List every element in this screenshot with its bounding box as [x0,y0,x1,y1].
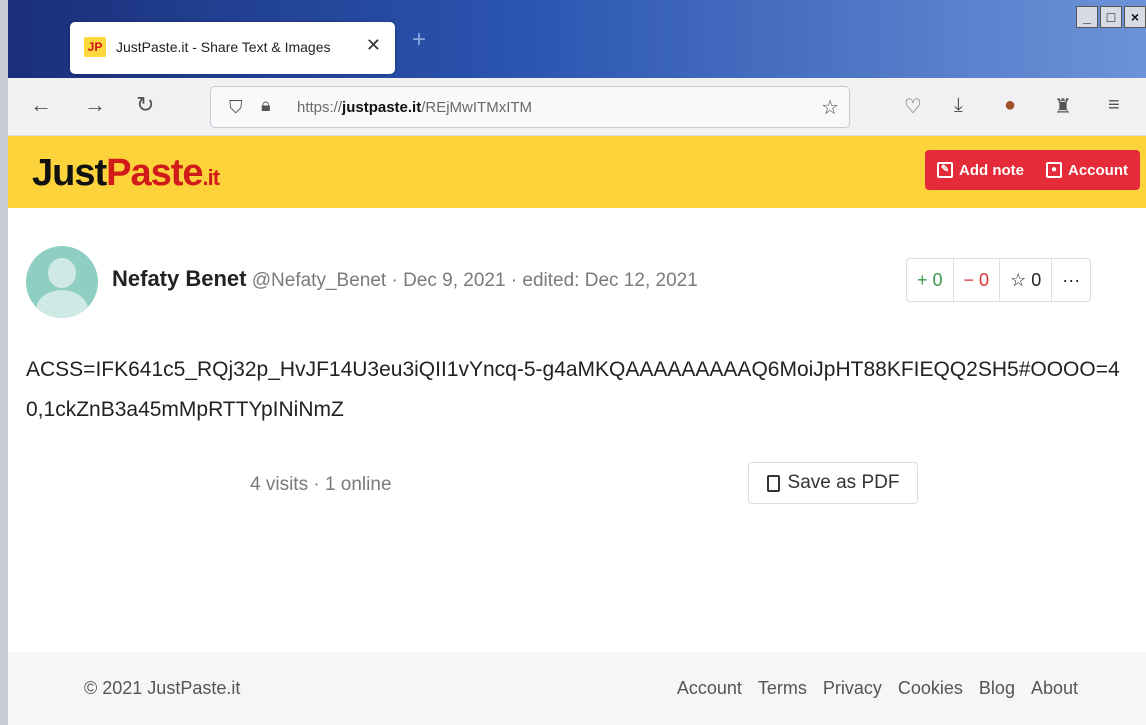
add-note-label: Add note [959,161,1024,179]
shield-icon[interactable]: ⛉ [229,97,243,118]
bookmark-star-icon[interactable]: ☆ [821,95,839,120]
save-as-pdf-button[interactable]: Save as PDF [748,462,918,504]
new-tab-icon[interactable]: + [412,26,426,54]
footer-link-privacy[interactable]: Privacy [823,678,882,699]
navigation-toolbar: ← → ↻ ⛉ 🔒︎ https://justpaste.it/REjMwITM… [8,78,1146,136]
more-options-button[interactable]: ··· [1052,259,1090,301]
url-bar[interactable]: ⛉ 🔒︎ https://justpaste.it/REjMwITMxITM ☆ [210,86,850,128]
header-actions: ✎ Add note ● Account [925,150,1140,190]
post-meta: Nefaty Benet @Nefaty_Benet · Dec 9, 2021… [112,266,698,292]
upvote-button[interactable]: + 0 [907,259,954,301]
download-icon[interactable]: ⤓ [954,94,963,117]
site-header: JustPaste.it ✎ Add note ● Account [8,136,1146,208]
author-name[interactable]: Nefaty Benet [112,266,246,291]
footer-links: Account Terms Privacy Cookies Blog About [677,678,1078,699]
edit-icon: ✎ [937,162,953,178]
pocket-icon[interactable]: ♡ [904,94,922,119]
url-text[interactable]: https://justpaste.it/REjMwITMxITM [297,99,532,116]
lock-icon[interactable]: 🔒︎ [261,95,271,116]
minimize-button[interactable]: _ [1076,6,1098,28]
extension-puzzle-icon[interactable]: ♜ [1054,94,1072,119]
save-as-pdf-label: Save as PDF [787,472,900,493]
window-controls: _ □ × [1076,6,1146,28]
maximize-button[interactable]: □ [1100,6,1122,28]
footer-link-terms[interactable]: Terms [758,678,807,699]
reload-icon[interactable]: ↻ [136,92,154,118]
avatar[interactable] [26,246,98,318]
site-footer: © 2021 JustPaste.it Account Terms Privac… [8,652,1146,725]
visit-stats: 4 visits · 1 online [250,474,392,495]
paste-content: ACSS=IFK641c5_RQj32p_HvJF14U3eu3iQII1vYn… [26,358,1120,421]
tab-title: JustPaste.it - Share Text & Images [116,39,331,55]
forward-arrow-icon[interactable]: → [84,92,106,118]
justpaste-favicon-icon: JP [84,37,106,57]
avatar-head [48,258,76,288]
add-note-button[interactable]: ✎ Add note [937,162,1024,179]
justpaste-logo[interactable]: JustPaste.it [32,152,220,195]
footer-link-blog[interactable]: Blog [979,678,1015,699]
browser-window: JP JustPaste.it - Share Text & Images ✕ … [0,0,1146,725]
vote-bar: + 0 − 0 ☆ 0 ··· [906,258,1092,302]
pdf-icon [766,474,780,492]
copyright-text: © 2021 JustPaste.it [84,678,241,698]
close-tab-icon[interactable]: ✕ [366,35,381,56]
hamburger-menu-icon[interactable]: ≡ [1108,94,1120,117]
user-icon: ● [1046,162,1062,178]
downvote-button[interactable]: − 0 [954,259,1001,301]
footer-link-account[interactable]: Account [677,678,742,699]
post-meta-text: @Nefaty_Benet · Dec 9, 2021 · edited: De… [251,270,698,291]
footer-link-about[interactable]: About [1031,678,1078,699]
favorite-button[interactable]: ☆ 0 [1000,259,1053,301]
browser-tab[interactable]: JP JustPaste.it - Share Text & Images ✕ [70,22,395,74]
avatar-body [36,290,88,318]
extension-cookie-icon[interactable]: ● [1004,94,1016,117]
account-label: Account [1068,161,1128,179]
footer-link-cookies[interactable]: Cookies [898,678,963,699]
tab-strip: JP JustPaste.it - Share Text & Images ✕ … [8,0,1146,78]
back-arrow-icon[interactable]: ← [30,92,52,118]
close-window-button[interactable]: × [1124,6,1146,28]
account-button[interactable]: ● Account [1046,162,1128,179]
